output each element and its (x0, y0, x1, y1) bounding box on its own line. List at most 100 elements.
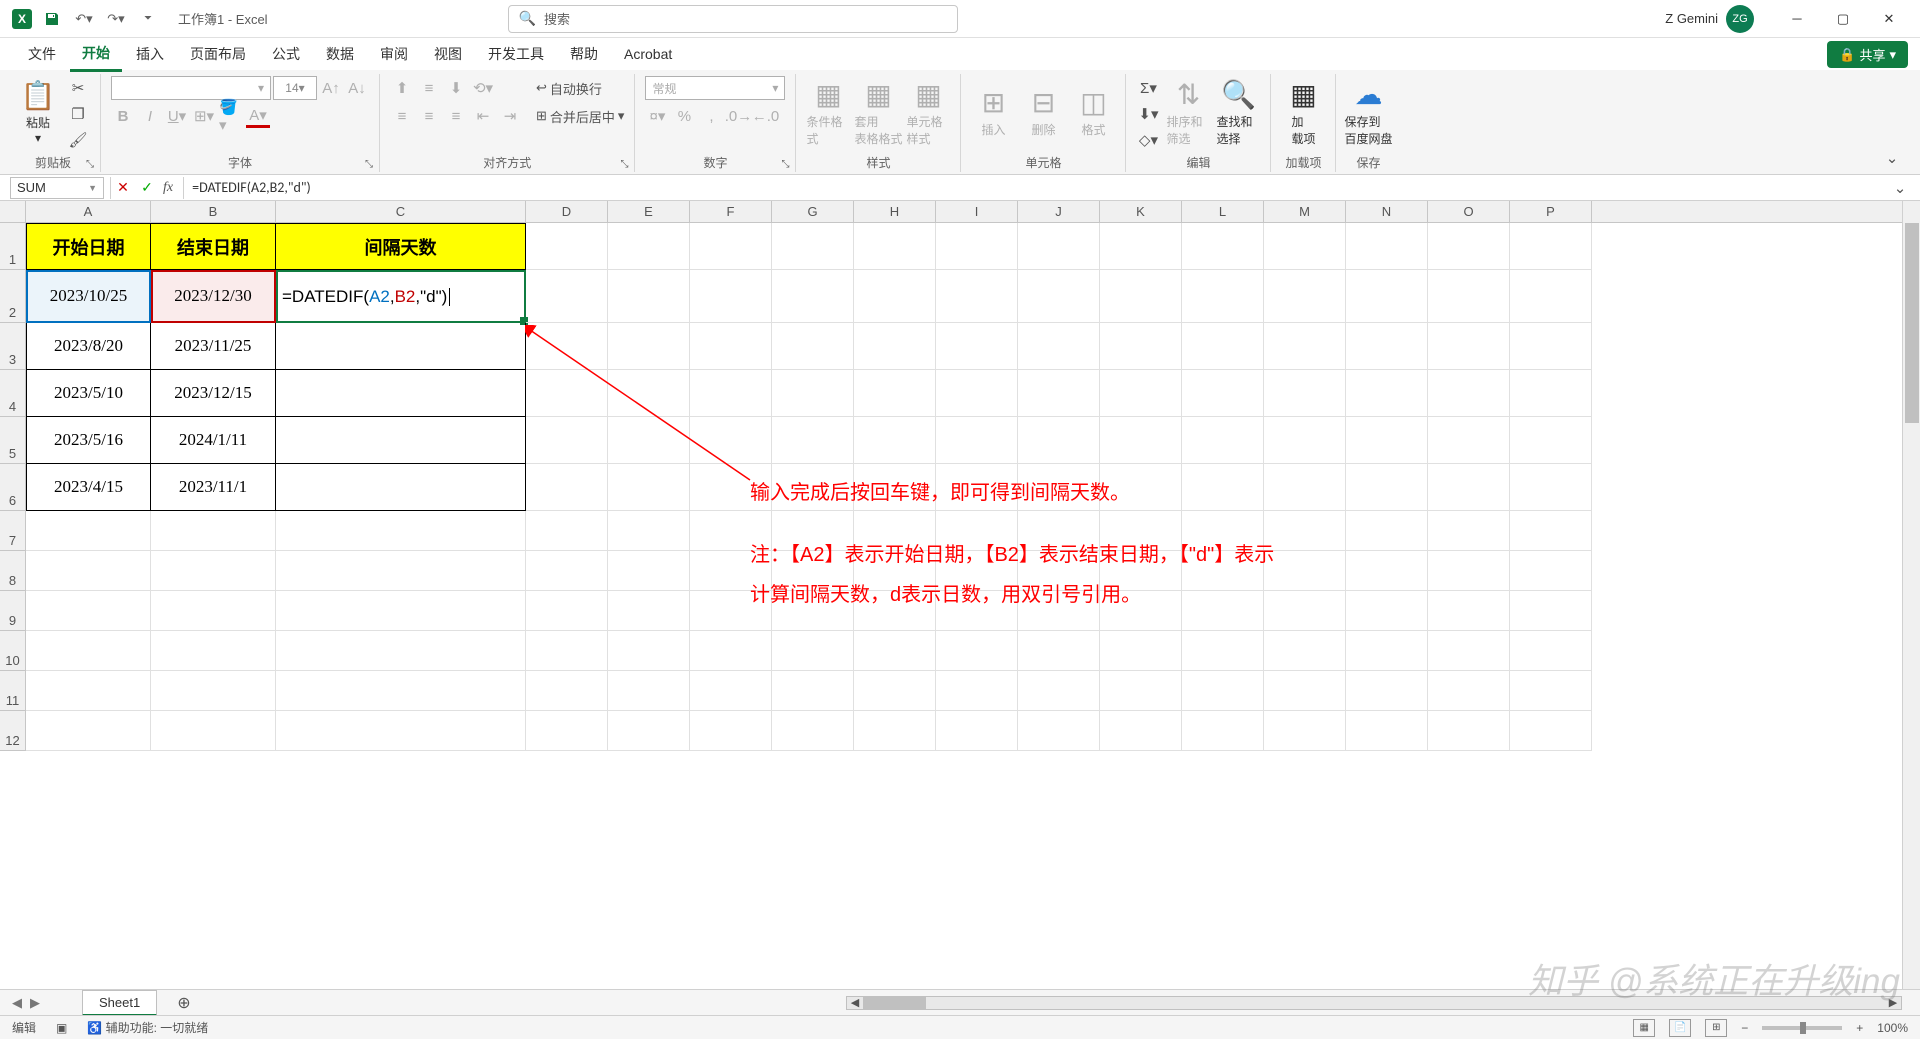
tab-formula[interactable]: 公式 (260, 38, 312, 70)
orientation-button[interactable]: ⟲▾ (471, 76, 495, 100)
addins-button[interactable]: ▦加 载项 (1281, 76, 1325, 148)
col-header-D[interactable]: D (526, 201, 608, 222)
cell-B2[interactable]: 2023/12/30 (151, 270, 276, 323)
tab-developer[interactable]: 开发工具 (476, 38, 556, 70)
font-color-button[interactable]: A▾ (246, 104, 270, 128)
currency-button[interactable]: ¤▾ (645, 104, 669, 128)
row-header-4[interactable]: 4 (0, 370, 26, 417)
sheet-prev-button[interactable]: ◀ (12, 995, 22, 1011)
cell-A1[interactable]: 开始日期 (26, 223, 151, 270)
indent-inc-button[interactable]: ⇥ (498, 104, 522, 128)
redo-button[interactable]: ↷▾ (104, 7, 128, 31)
col-header-I[interactable]: I (936, 201, 1018, 222)
cell-A4[interactable]: 2023/5/10 (26, 370, 151, 417)
col-header-J[interactable]: J (1018, 201, 1100, 222)
cancel-formula-button[interactable]: ✕ (111, 177, 135, 199)
col-header-P[interactable]: P (1510, 201, 1592, 222)
paste-button[interactable]: 📋粘贴▾ (16, 76, 60, 148)
row-header-2[interactable]: 2 (0, 270, 26, 323)
tab-acrobat[interactable]: Acrobat (612, 40, 684, 68)
insert-cells-button[interactable]: ⊞插入 (971, 76, 1015, 148)
tab-data[interactable]: 数据 (314, 38, 366, 70)
cell-B4[interactable]: 2023/12/15 (151, 370, 276, 417)
border-button[interactable]: ⊞▾ (192, 104, 216, 128)
number-format-combo[interactable]: 常规▾ (645, 76, 785, 100)
search-box[interactable]: 🔍 搜索 (508, 5, 958, 33)
indent-dec-button[interactable]: ⇤ (471, 104, 495, 128)
bold-button[interactable]: B (111, 104, 135, 128)
zoom-out-button[interactable]: − (1741, 1021, 1748, 1035)
font-size-combo[interactable]: 14▾ (273, 76, 317, 100)
col-header-K[interactable]: K (1100, 201, 1182, 222)
tab-review[interactable]: 审阅 (368, 38, 420, 70)
baidu-save-button[interactable]: ☁保存到 百度网盘 (1346, 76, 1390, 148)
cell-A6[interactable]: 2023/4/15 (26, 464, 151, 511)
conditional-format-button[interactable]: ▦条件格式 (806, 76, 850, 148)
percent-button[interactable]: % (672, 104, 696, 128)
align-bottom-button[interactable]: ⬇ (444, 76, 468, 100)
collapse-ribbon-button[interactable]: ⌄ (1880, 146, 1904, 170)
formula-input[interactable]: =DATEDIF(A2,B2,"d") (183, 177, 1888, 199)
col-header-O[interactable]: O (1428, 201, 1510, 222)
col-header-E[interactable]: E (608, 201, 690, 222)
page-break-view-button[interactable]: ⊞ (1705, 1019, 1727, 1037)
row-header-8[interactable]: 8 (0, 551, 26, 591)
fill-color-button[interactable]: 🪣▾ (219, 104, 243, 128)
decrease-font-button[interactable]: A↓ (345, 76, 369, 100)
inc-decimal-button[interactable]: .0→ (726, 104, 750, 128)
normal-view-button[interactable]: ▦ (1633, 1019, 1655, 1037)
expand-formula-button[interactable]: ⌄ (1888, 176, 1912, 200)
align-right-button[interactable]: ≡ (444, 104, 468, 128)
tab-file[interactable]: 文件 (16, 38, 68, 70)
share-button[interactable]: 🔒 共享 ▾ (1827, 41, 1908, 68)
find-select-button[interactable]: 🔍查找和选择 (1216, 76, 1260, 148)
save-qat-button[interactable] (40, 7, 64, 31)
page-layout-view-button[interactable]: 📄 (1669, 1019, 1691, 1037)
row-header-10[interactable]: 10 (0, 631, 26, 671)
user-name[interactable]: Z Gemini (1665, 11, 1718, 26)
cell-C6[interactable] (276, 464, 526, 511)
italic-button[interactable]: I (138, 104, 162, 128)
row-header-1[interactable]: 1 (0, 223, 26, 270)
format-cells-button[interactable]: ◫格式 (1071, 76, 1115, 148)
close-button[interactable]: ✕ (1866, 0, 1912, 38)
tab-view[interactable]: 视图 (422, 38, 474, 70)
fill-button[interactable]: ⬇▾ (1136, 102, 1160, 126)
row-header-5[interactable]: 5 (0, 417, 26, 464)
comma-button[interactable]: , (699, 104, 723, 128)
wrap-text-button[interactable]: ↩ 自动换行 (536, 76, 624, 100)
add-sheet-button[interactable]: ⊕ (177, 993, 190, 1013)
cell-C5[interactable] (276, 417, 526, 464)
sheet-tab-sheet1[interactable]: Sheet1 (82, 990, 157, 1016)
cell-A2[interactable]: 2023/10/25 (26, 270, 151, 323)
clipboard-launcher[interactable]: ⤡ (86, 159, 94, 170)
format-painter-button[interactable]: 🖌 (66, 128, 90, 152)
clear-button[interactable]: ◇▾ (1136, 128, 1160, 152)
zoom-level[interactable]: 100% (1877, 1021, 1908, 1035)
row-header-3[interactable]: 3 (0, 323, 26, 370)
col-header-M[interactable]: M (1264, 201, 1346, 222)
align-top-button[interactable]: ⬆ (390, 76, 414, 100)
row-header-12[interactable]: 12 (0, 711, 26, 751)
cell-B6[interactable]: 2023/11/1 (151, 464, 276, 511)
row-header-6[interactable]: 6 (0, 464, 26, 511)
cell-styles-button[interactable]: ▦单元格样式 (906, 76, 950, 148)
number-launcher[interactable]: ⤡ (781, 159, 789, 170)
delete-cells-button[interactable]: ⊟删除 (1021, 76, 1065, 148)
tab-help[interactable]: 帮助 (558, 38, 610, 70)
autosum-button[interactable]: Σ▾ (1136, 76, 1160, 100)
col-header-C[interactable]: C (276, 201, 526, 222)
col-header-A[interactable]: A (26, 201, 151, 222)
col-header-F[interactable]: F (690, 201, 772, 222)
cell-C3[interactable] (276, 323, 526, 370)
cell-C4[interactable] (276, 370, 526, 417)
col-header-G[interactable]: G (772, 201, 854, 222)
font-launcher[interactable]: ⤡ (365, 159, 373, 170)
table-format-button[interactable]: ▦套用 表格格式 (856, 76, 900, 148)
avatar[interactable]: ZG (1726, 5, 1754, 33)
col-header-L[interactable]: L (1182, 201, 1264, 222)
merge-center-button[interactable]: ⊞ 合并后居中 ▾ (536, 104, 624, 128)
copy-button[interactable]: ❐ (66, 102, 90, 126)
align-left-button[interactable]: ≡ (390, 104, 414, 128)
font-combo[interactable]: ▾ (111, 76, 271, 100)
